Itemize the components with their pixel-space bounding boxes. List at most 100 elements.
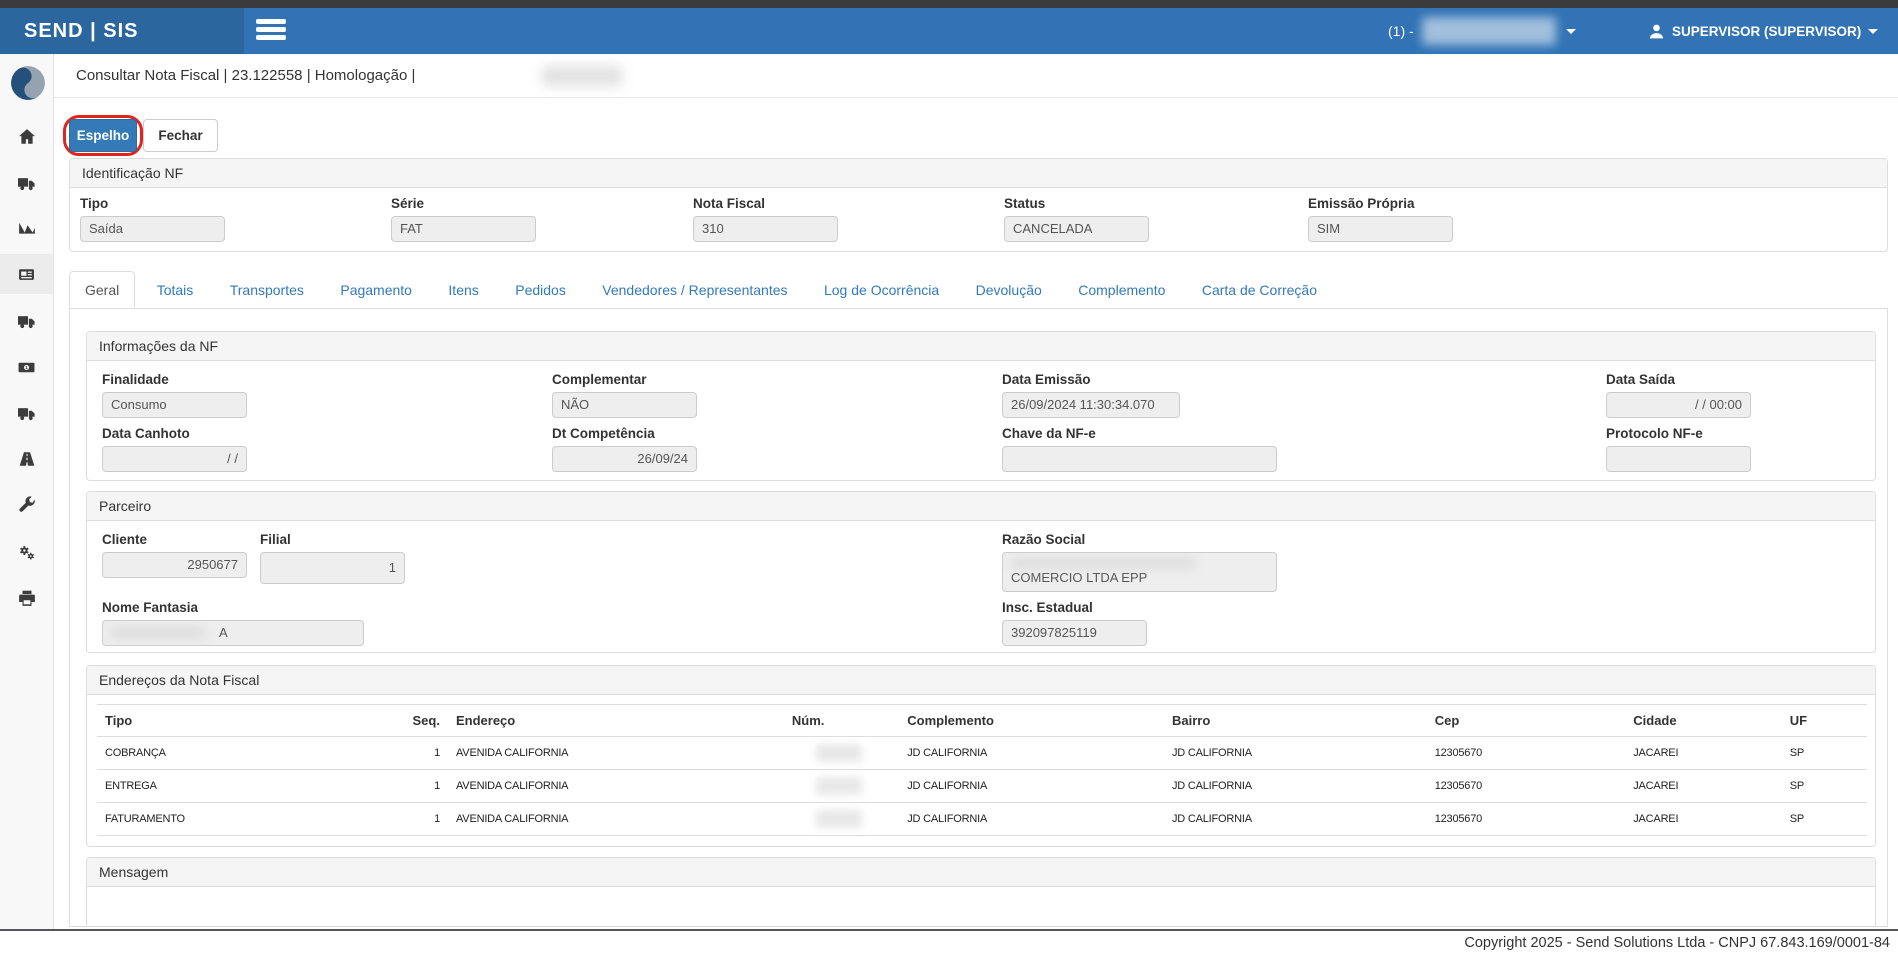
status-input[interactable]: CANCELADA	[1004, 216, 1149, 242]
razao-social-input[interactable]: COMERCIO LTDA EPP	[1002, 552, 1277, 592]
redacted-nome-fantasia	[111, 627, 206, 639]
table-row-cobranca[interactable]: COBRANÇA 1 AVENIDA CALIFORNIA JD CALIFOR…	[97, 737, 1867, 770]
chave-nfe-input[interactable]	[1002, 446, 1277, 472]
field-razao-social: Razão Social COMERCIO LTDA EPP	[1002, 532, 1277, 592]
cell-cep: 12305670	[1427, 737, 1626, 770]
sidebar-item-financeiro[interactable]: 1	[0, 347, 53, 387]
cell-uf: SP	[1782, 737, 1867, 770]
field-insc-estadual: Insc. Estadual 392097825119	[1002, 600, 1147, 646]
truck-icon	[17, 175, 36, 192]
data-canhoto-input[interactable]: / /	[102, 446, 247, 472]
field-label: Dt Competência	[552, 426, 697, 441]
data-emissao-input[interactable]: 26/09/2024 11:30:34.070	[1002, 392, 1180, 418]
cell-num	[784, 737, 899, 770]
finalidade-input[interactable]: Consumo	[102, 392, 247, 418]
cell-cep: 12305670	[1427, 770, 1626, 803]
protocolo-nfe-input[interactable]	[1606, 446, 1751, 472]
col-cep: Cep	[1427, 705, 1626, 737]
chevron-down-icon[interactable]	[1566, 29, 1576, 34]
table-header-row: Tipo Seq. Endereço Núm. Complemento Bair…	[97, 705, 1867, 737]
table-row-faturamento[interactable]: FATURAMENTO 1 AVENIDA CALIFORNIA JD CALI…	[97, 803, 1867, 836]
cliente-input[interactable]: 2950677	[102, 552, 247, 578]
sidebar-item-fretes[interactable]	[0, 393, 53, 433]
tab-totais[interactable]: Totais	[142, 272, 209, 307]
cell-endereco: AVENIDA CALIFORNIA	[448, 770, 784, 803]
nome-fantasia-input[interactable]: A	[102, 620, 364, 646]
main-content: Espelho Fechar Identificação NF Tipo Saí…	[54, 98, 1898, 929]
sidebar-item-rotas[interactable]	[0, 439, 53, 479]
field-data-saida: Data Saída / / 00:00	[1606, 372, 1751, 418]
field-label: Cliente	[102, 532, 247, 547]
sidebar-item-configuracoes[interactable]	[0, 532, 53, 572]
sidebar-item-impressao[interactable]	[0, 578, 53, 618]
tab-itens[interactable]: Itens	[433, 272, 493, 307]
field-data-canhoto: Data Canhoto / /	[102, 426, 247, 472]
field-label: Data Canhoto	[102, 426, 247, 441]
tab-devolucao[interactable]: Devolução	[961, 272, 1057, 307]
cell-bairro: JD CALIFORNIA	[1164, 770, 1427, 803]
dt-competencia-input[interactable]: 26/09/24	[552, 446, 697, 472]
field-label: Emissão Própria	[1308, 196, 1453, 211]
field-label: Data Emissão	[1002, 372, 1180, 387]
cell-uf: SP	[1782, 803, 1867, 836]
tab-pagamento[interactable]: Pagamento	[325, 272, 427, 307]
col-endereco: Endereço	[448, 705, 784, 737]
tipo-input[interactable]: Saída	[80, 216, 225, 242]
filial-input[interactable]: 1	[260, 552, 405, 584]
sidebar-item-home[interactable]	[0, 117, 53, 157]
tab-complemento[interactable]: Complemento	[1063, 272, 1180, 307]
sidebar-item-transportes[interactable]	[0, 301, 53, 341]
tab-carta-correcao[interactable]: Carta de Correção	[1187, 272, 1332, 307]
tab-log-ocorrencia[interactable]: Log de Ocorrência	[809, 272, 954, 307]
col-bairro: Bairro	[1164, 705, 1427, 737]
insc-estadual-input[interactable]: 392097825119	[1002, 620, 1147, 646]
chevron-down-icon	[1868, 29, 1878, 34]
cell-seq: 1	[403, 737, 448, 770]
sidebar-item-notas-fiscais[interactable]	[0, 254, 53, 294]
sidebar: 1	[0, 54, 54, 929]
menu-toggle-icon[interactable]	[256, 19, 288, 43]
field-label: Status	[1004, 196, 1149, 211]
tab-vendedores[interactable]: Vendedores / Representantes	[587, 272, 802, 307]
sidebar-item-relatorios[interactable]	[0, 208, 53, 248]
fechar-button[interactable]: Fechar	[143, 119, 218, 152]
redacted-company-name[interactable]	[1422, 17, 1556, 45]
cell-num	[784, 770, 899, 803]
road-icon	[18, 450, 36, 468]
serie-input[interactable]: FAT	[391, 216, 536, 242]
panel-title: Identificação NF	[70, 159, 1887, 188]
cell-uf: SP	[1782, 770, 1867, 803]
complementar-input[interactable]: NÃO	[552, 392, 697, 418]
field-serie: Série FAT	[391, 196, 536, 242]
field-emissao-propria: Emissão Própria SIM	[1308, 196, 1453, 242]
emissao-propria-input[interactable]: SIM	[1308, 216, 1453, 242]
data-saida-input[interactable]: / / 00:00	[1606, 392, 1751, 418]
nota-fiscal-input[interactable]: 310	[693, 216, 838, 242]
top-strip	[0, 0, 1898, 8]
top-navbar: SEND | SIS (1) - SUPERVISOR (SUPERVISOR)	[0, 8, 1898, 54]
field-nome-fantasia: Nome Fantasia A	[102, 600, 364, 646]
enderecos-table: Tipo Seq. Endereço Núm. Complemento Bair…	[97, 704, 1867, 836]
field-tipo: Tipo Saída	[80, 196, 225, 242]
col-tipo: Tipo	[97, 705, 403, 737]
user-menu[interactable]: SUPERVISOR (SUPERVISOR)	[1648, 8, 1878, 54]
espelho-button[interactable]: Espelho	[69, 119, 137, 152]
cell-cidade: JACAREI	[1625, 803, 1781, 836]
cell-bairro: JD CALIFORNIA	[1164, 803, 1427, 836]
tab-geral[interactable]: Geral	[69, 271, 135, 308]
field-filial: Filial 1	[260, 532, 405, 584]
chart-area-icon	[18, 219, 36, 237]
field-label: Nome Fantasia	[102, 600, 364, 615]
sidebar-item-ferramentas[interactable]	[0, 485, 53, 525]
table-row-entrega[interactable]: ENTREGA 1 AVENIDA CALIFORNIA JD CALIFORN…	[97, 770, 1867, 803]
panel-mensagem: Mensagem	[86, 857, 1876, 926]
breadcrumb-text: Consultar Nota Fiscal | 23.122558 | Homo…	[76, 54, 415, 97]
field-label: Complementar	[552, 372, 697, 387]
sidebar-item-expedicao[interactable]	[0, 163, 53, 203]
cell-tipo: COBRANÇA	[97, 737, 403, 770]
panel-title: Parceiro	[87, 492, 1875, 521]
cell-endereco: AVENIDA CALIFORNIA	[448, 737, 784, 770]
tab-transportes[interactable]: Transportes	[215, 272, 319, 307]
col-seq: Seq.	[403, 705, 448, 737]
tab-pedidos[interactable]: Pedidos	[500, 272, 581, 307]
